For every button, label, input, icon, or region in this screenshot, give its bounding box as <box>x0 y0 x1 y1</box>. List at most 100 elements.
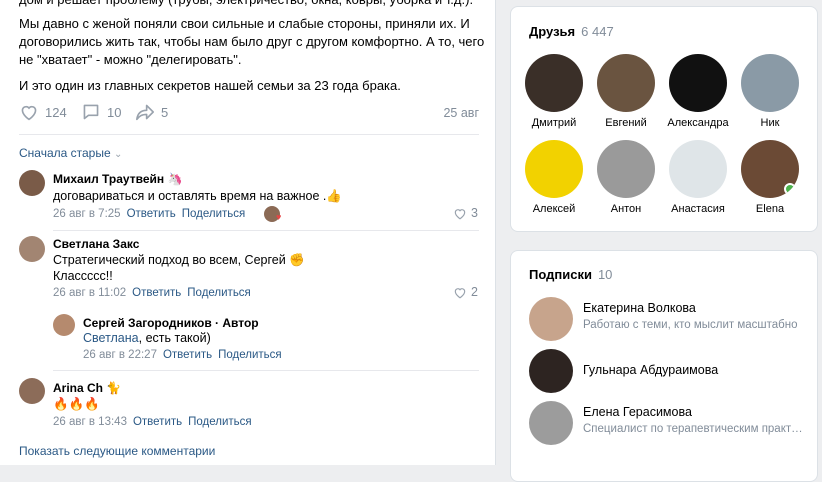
friend-name: Анастасия <box>671 203 725 215</box>
badge-icon: 🐈 <box>106 381 122 395</box>
comment-author[interactable]: Светлана Закс <box>53 237 139 251</box>
comment-author[interactable]: Сергей Загородников · Автор <box>83 316 259 330</box>
comment-like-button[interactable]: 3 <box>453 206 478 220</box>
friend-item[interactable]: Elena <box>734 140 806 215</box>
friend-name: Ник <box>760 117 780 129</box>
share-icon <box>136 104 154 121</box>
comment-date[interactable]: 26 авг в 13:43 <box>53 416 127 428</box>
comment-author[interactable]: Arina Ch 🐈 <box>53 381 121 395</box>
subscription-item[interactable]: Екатерина Волкова Работаю с теми, кто мыс… <box>529 297 819 341</box>
subscription-name: Гульнара Абдураимова <box>583 363 719 377</box>
friend-avatar[interactable] <box>669 140 727 198</box>
friend-avatar[interactable] <box>741 140 799 198</box>
like-button[interactable]: 124 <box>19 103 67 121</box>
subscription-item[interactable]: Гульнара Абдураимова <box>529 349 819 393</box>
avatar[interactable] <box>19 170 45 196</box>
subscription-item[interactable]: Елена Герасимова Специалист по терапевтич… <box>529 401 819 445</box>
subscriptions-title[interactable]: Подписки 10 <box>529 267 612 282</box>
comment-meta: 26 авг в 13:43 Ответить Поделиться <box>53 416 252 428</box>
comment-meta: 26 авг в 22:27 Ответить Поделиться <box>83 349 282 361</box>
comment-date[interactable]: 26 авг в 7:25 <box>53 208 121 220</box>
divider <box>53 230 479 231</box>
friend-name: Elena <box>755 203 785 215</box>
mention-link[interactable]: Светлана <box>83 331 139 345</box>
friend-avatar[interactable] <box>741 54 799 112</box>
badge-icon: 🦄 <box>167 172 183 186</box>
friend-name: Антон <box>610 203 642 215</box>
divider <box>19 134 479 135</box>
reply-link[interactable]: Ответить <box>132 287 181 299</box>
friend-item[interactable]: Ник <box>734 54 806 129</box>
sort-label: Сначала старые <box>19 146 111 160</box>
subscription-description: Специалист по терапевтическим практикам <box>583 423 805 435</box>
comment-icon <box>83 104 99 120</box>
comment-text: Стратегический подход во всем, Сергей ✊ <box>53 253 305 267</box>
friend-item[interactable]: Антон <box>590 140 662 215</box>
comment-like-count: 2 <box>471 285 478 299</box>
post-paragraph: И это один из главных секретов нашей сем… <box>19 78 401 93</box>
subscription-avatar[interactable] <box>529 297 573 341</box>
heart-icon <box>21 105 37 121</box>
comment-meta: 26 авг в 11:02 Ответить Поделиться <box>53 287 251 299</box>
friend-item[interactable]: Дмитрий <box>518 54 590 129</box>
comment-text: 🔥🔥🔥 <box>53 396 100 411</box>
friends-card: Друзья 6 447 Дмитрий Евгений Александра Ник А… <box>510 6 818 232</box>
avatar[interactable] <box>19 236 45 262</box>
comment-like-count: 3 <box>471 206 478 220</box>
friend-item[interactable]: Анастасия <box>662 140 734 215</box>
comment-date[interactable]: 26 авг в 22:27 <box>83 349 157 361</box>
friends-title[interactable]: Друзья 6 447 <box>529 24 614 39</box>
friend-name: Александра <box>667 117 729 129</box>
comment-count: 10 <box>107 104 122 120</box>
friend-avatar[interactable] <box>669 54 727 112</box>
post-date[interactable]: 25 авг <box>443 106 479 120</box>
friend-item[interactable]: Алексей <box>518 140 590 215</box>
post-panel: дом и решает проблему (трубы, электричес… <box>0 0 496 465</box>
avatar[interactable] <box>19 378 45 404</box>
reply-link[interactable]: Ответить <box>127 208 176 220</box>
comment-text: Светлана, есть такой) <box>83 331 211 345</box>
subscription-name: Елена Герасимова <box>583 405 692 419</box>
comment-button[interactable]: 10 <box>81 103 121 121</box>
online-indicator-icon <box>784 183 796 195</box>
comment-text: Классссс!! <box>53 269 113 283</box>
subscription-description: Работаю с теми, кто мыслит масштабно <box>583 319 798 331</box>
subscriptions-card: Подписки 10 Екатерина Волкова Работаю с те… <box>510 250 818 482</box>
heart-icon: ♥ <box>276 212 282 222</box>
friend-name: Евгений <box>605 117 647 129</box>
friend-avatar[interactable] <box>597 54 655 112</box>
reply-link[interactable]: Ответить <box>133 416 182 428</box>
friend-item[interactable]: Евгений <box>590 54 662 129</box>
comment-meta: 26 авг в 7:25 Ответить Поделиться <box>53 208 245 220</box>
friends-count: 6 447 <box>581 24 614 39</box>
comment-like-button[interactable]: 2 <box>453 285 478 299</box>
show-more-comments-link[interactable]: Показать следующие комментарии <box>19 444 215 458</box>
share-link[interactable]: Поделиться <box>218 349 282 361</box>
comment-date[interactable]: 26 авг в 11:02 <box>53 287 126 299</box>
like-count: 124 <box>45 104 67 120</box>
post-actions: 124 10 5 25 авг <box>19 103 479 125</box>
subscription-name: Екатерина Волкова <box>583 301 696 315</box>
heart-icon <box>454 208 466 219</box>
friend-name: Алексей <box>532 203 576 215</box>
share-link[interactable]: Поделиться <box>182 208 246 220</box>
subscription-avatar[interactable] <box>529 401 573 445</box>
reply-link[interactable]: Ответить <box>163 349 212 361</box>
subscriptions-count: 10 <box>597 267 613 282</box>
friend-avatar[interactable] <box>525 140 583 198</box>
subscription-avatar[interactable] <box>529 349 573 393</box>
share-link[interactable]: Поделиться <box>188 416 252 428</box>
friend-avatar[interactable] <box>525 54 583 112</box>
post-paragraph: Мы давно с женой поняли свои сильные и с… <box>19 16 485 67</box>
friend-avatar[interactable] <box>597 140 655 198</box>
divider <box>53 370 479 371</box>
comments-sort-dropdown[interactable]: Сначала старые ⌄ <box>19 146 122 160</box>
avatar[interactable] <box>53 314 75 336</box>
share-link[interactable]: Поделиться <box>187 287 251 299</box>
comment-author[interactable]: Михаил Траутвейн 🦄 <box>53 172 182 186</box>
friend-name: Дмитрий <box>531 117 577 129</box>
share-button[interactable]: 5 <box>135 103 168 121</box>
chevron-down-icon: ⌄ <box>114 149 123 160</box>
friend-item[interactable]: Александра <box>662 54 734 129</box>
post-text-line: дом и решает проблему (трубы, электричес… <box>19 0 489 9</box>
